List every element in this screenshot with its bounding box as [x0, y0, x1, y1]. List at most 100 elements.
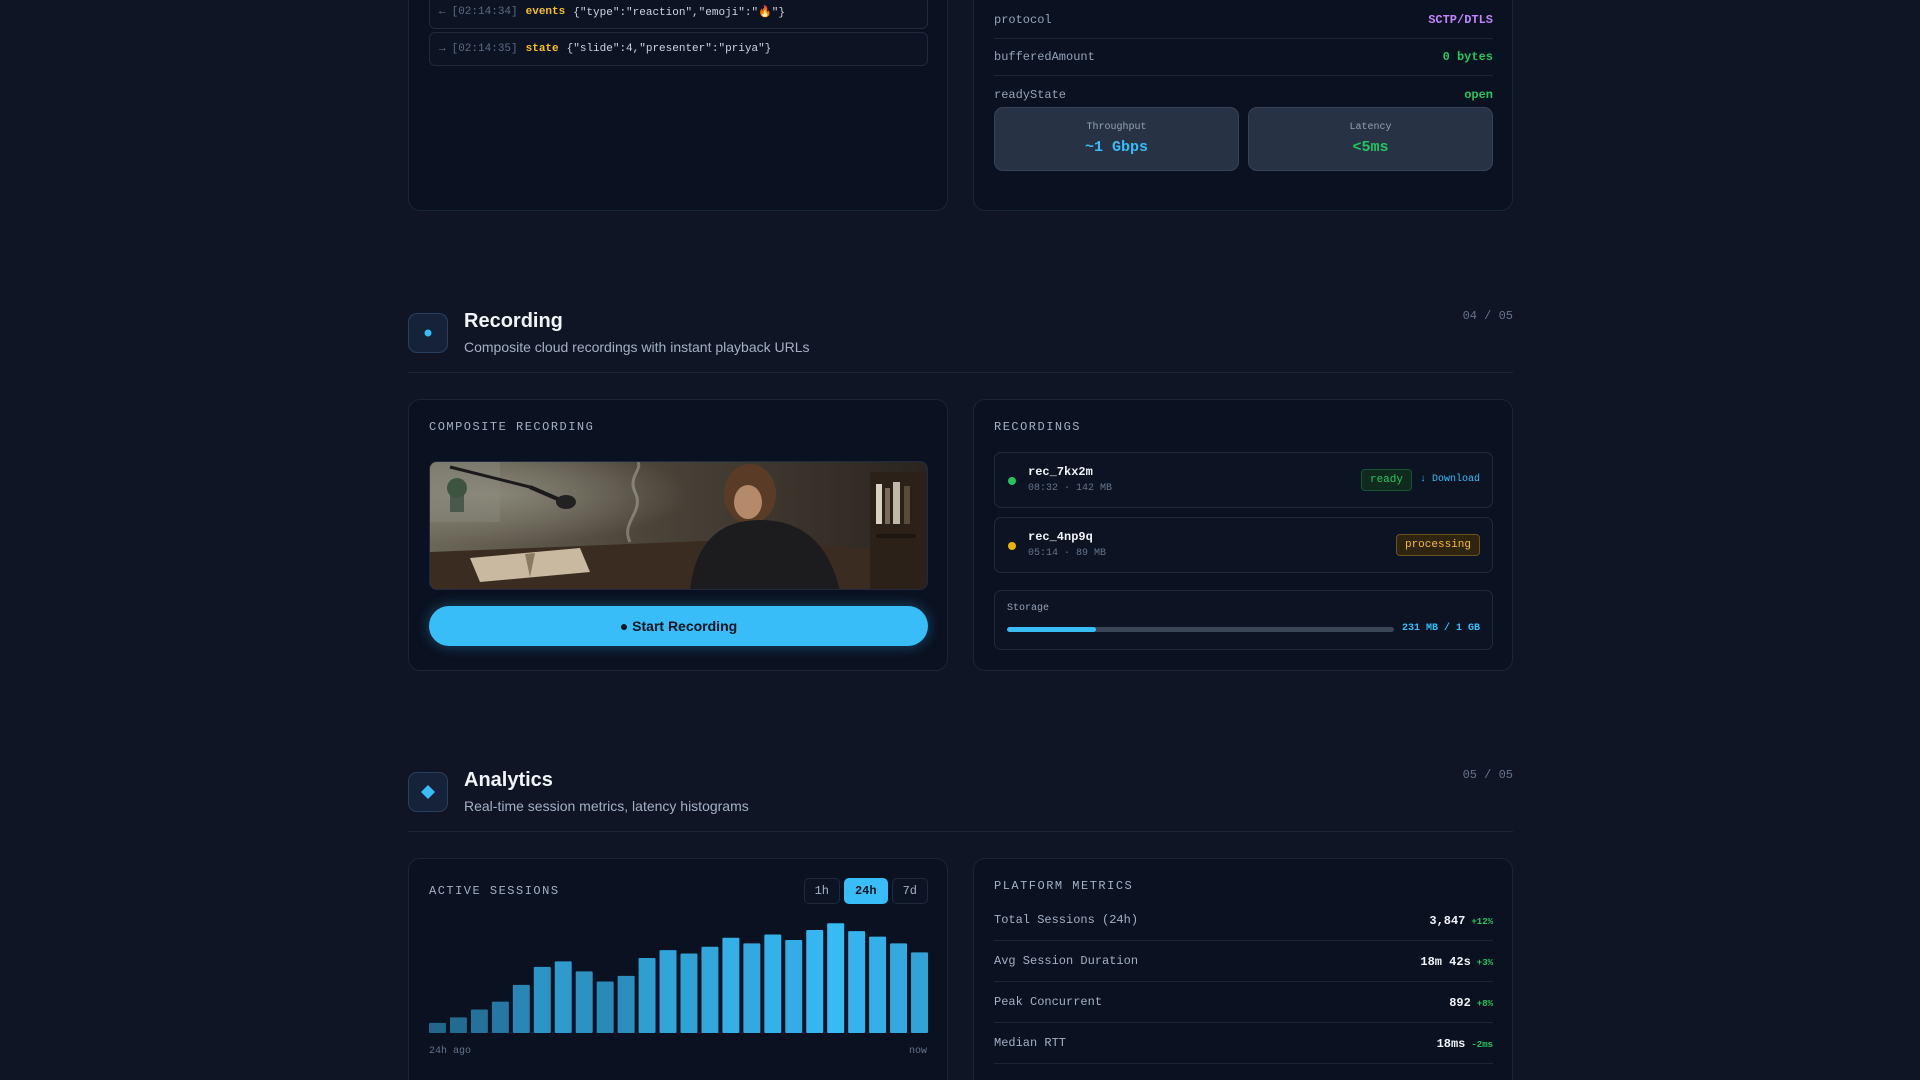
info-row-protocol: protocol SCTP/DTLS — [994, 2, 1493, 39]
composite-recording-card: COMPOSITE RECORDING ● Start Recording — [408, 399, 948, 671]
metric-value: 18ms — [1436, 1037, 1466, 1051]
status-dot-icon — [1008, 542, 1016, 550]
metric-label: Peak Concurrent — [994, 995, 1103, 1009]
session-bar — [827, 923, 845, 1033]
storage-bar-fill — [1007, 627, 1097, 632]
analytics-section-header: Analytics Real-time session metrics, lat… — [408, 768, 1513, 832]
session-bar — [575, 971, 593, 1033]
direction-icon: ← — [439, 6, 446, 18]
metric-value: 18m 42s — [1420, 955, 1471, 969]
session-bar — [533, 966, 551, 1033]
info-value: 0 bytes — [1442, 50, 1493, 64]
recording-preview-image — [429, 461, 928, 590]
status-badge: processing — [1395, 534, 1480, 556]
metric-row: Median RTT 18ms -2ms — [994, 1023, 1493, 1064]
session-bar — [848, 931, 866, 1033]
recordings-card: RECORDINGS rec_7kx2m 08:32 · 142 MB read… — [973, 399, 1513, 671]
recording-item[interactable]: rec_7kx2m 08:32 · 142 MB ready ↓ Downloa… — [994, 452, 1493, 508]
stat-label: Latency — [1349, 122, 1392, 133]
recording-id: rec_7kx2m — [1028, 465, 1093, 479]
stat-value: ~1 Gbps — [1084, 139, 1148, 156]
status-dot-icon — [1008, 477, 1016, 485]
recording-meta: 05:14 · 89 MB — [1028, 548, 1107, 559]
session-bar — [554, 961, 572, 1033]
metric-row: Avg Session Duration 18m 42s +3% — [994, 941, 1493, 982]
log-payload: {"type":"reaction","emoji":"🔥"} — [573, 7, 785, 19]
session-bar — [680, 953, 698, 1033]
stat-label: Throughput — [1086, 122, 1147, 133]
section-title: Recording — [464, 310, 563, 332]
log-entry: ← [02:14:34] events {"type":"reaction","… — [429, 0, 928, 29]
status-badge: ready — [1360, 469, 1412, 491]
session-bar — [722, 937, 740, 1033]
metric-delta: -2ms — [1471, 1040, 1493, 1050]
section-subtitle: Real-time session metrics, latency histo… — [464, 798, 749, 814]
diamond-icon — [408, 772, 448, 812]
info-row-buffered: bufferedAmount 0 bytes — [994, 39, 1493, 76]
latency-stat: Latency <5ms — [1248, 107, 1493, 171]
metric-delta: +3% — [1476, 958, 1493, 968]
section-subtitle: Composite cloud recordings with instant … — [464, 339, 810, 355]
log-channel: state — [525, 43, 559, 55]
card-label: PLATFORM METRICS — [994, 879, 1134, 893]
datachannel-log-card: ← [02:14:34] events {"type":"reaction","… — [408, 0, 948, 211]
info-value: SCTP/DTLS — [1428, 13, 1493, 27]
session-bar — [764, 934, 782, 1033]
range-24h-button[interactable]: 24h — [843, 878, 888, 904]
session-bar — [429, 1022, 446, 1033]
stat-value: <5ms — [1352, 139, 1389, 156]
session-bar — [638, 957, 656, 1033]
session-bar — [491, 1001, 509, 1033]
info-key: readyState — [994, 87, 1067, 102]
session-bar — [890, 943, 908, 1033]
session-bar — [617, 975, 635, 1033]
datachannel-info-card: protocol SCTP/DTLS bufferedAmount 0 byte… — [973, 0, 1513, 211]
card-label: COMPOSITE RECORDING — [429, 420, 595, 434]
range-1h-button[interactable]: 1h — [803, 878, 840, 904]
time-range-selector: 1h 24h 7d — [803, 878, 928, 904]
section-title: Analytics — [464, 769, 553, 791]
range-7d-button[interactable]: 7d — [891, 878, 928, 904]
info-key: protocol — [994, 13, 1052, 27]
metric-value: 892 — [1449, 996, 1471, 1010]
direction-icon: → — [439, 43, 446, 55]
storage-label: Storage — [1007, 603, 1050, 614]
recording-meta: 08:32 · 142 MB — [1028, 483, 1113, 494]
metric-delta: +8% — [1476, 999, 1493, 1009]
log-timestamp: [02:14:35] — [451, 43, 518, 55]
platform-metrics-card: PLATFORM METRICS Total Sessions (24h) 3,… — [973, 858, 1513, 1080]
session-bar — [806, 929, 824, 1033]
metric-row: Total Sessions (24h) 3,847 +12% — [994, 900, 1493, 941]
metric-row: Peak Concurrent 892 +8% — [994, 982, 1493, 1023]
recording-section-header: Recording Composite cloud recordings wit… — [408, 309, 1513, 373]
record-dot-icon — [408, 313, 448, 353]
metric-value: 3,847 — [1429, 914, 1466, 928]
download-link[interactable]: ↓ Download — [1420, 474, 1480, 485]
storage-usage: Storage 231 MB / 1 GB — [994, 590, 1493, 650]
session-bar — [512, 984, 530, 1033]
card-label: RECORDINGS — [994, 420, 1082, 434]
log-channel: events — [525, 6, 566, 18]
session-bar — [743, 943, 761, 1033]
throughput-stat: Throughput ~1 Gbps — [994, 107, 1239, 171]
session-bar — [911, 952, 928, 1033]
section-counter: 04 / 05 — [1462, 309, 1513, 323]
info-key: bufferedAmount — [994, 50, 1095, 64]
recording-id: rec_4np9q — [1028, 530, 1093, 544]
x-axis-start-label: 24h ago — [429, 1046, 472, 1057]
metric-label: Total Sessions (24h) — [994, 913, 1139, 927]
storage-value: 231 MB / 1 GB — [1401, 623, 1480, 634]
start-recording-button[interactable]: ● Start Recording — [429, 606, 928, 646]
session-bar — [449, 1017, 467, 1033]
session-bar — [869, 936, 887, 1033]
recording-item[interactable]: rec_4np9q 05:14 · 89 MB processing — [994, 517, 1493, 573]
log-entry: → [02:14:35] state {"slide":4,"presenter… — [429, 32, 928, 66]
metric-delta: +12% — [1471, 917, 1493, 927]
session-bar — [701, 946, 719, 1033]
active-sessions-card: ACTIVE SESSIONS 1h 24h 7d 24h ago now — [408, 858, 948, 1080]
log-payload: {"slide":4,"presenter":"priya"} — [566, 43, 772, 55]
log-timestamp: [02:14:34] — [451, 6, 518, 18]
x-axis-end-label: now — [908, 1046, 927, 1057]
section-counter: 05 / 05 — [1462, 768, 1513, 782]
session-bar — [470, 1009, 488, 1033]
